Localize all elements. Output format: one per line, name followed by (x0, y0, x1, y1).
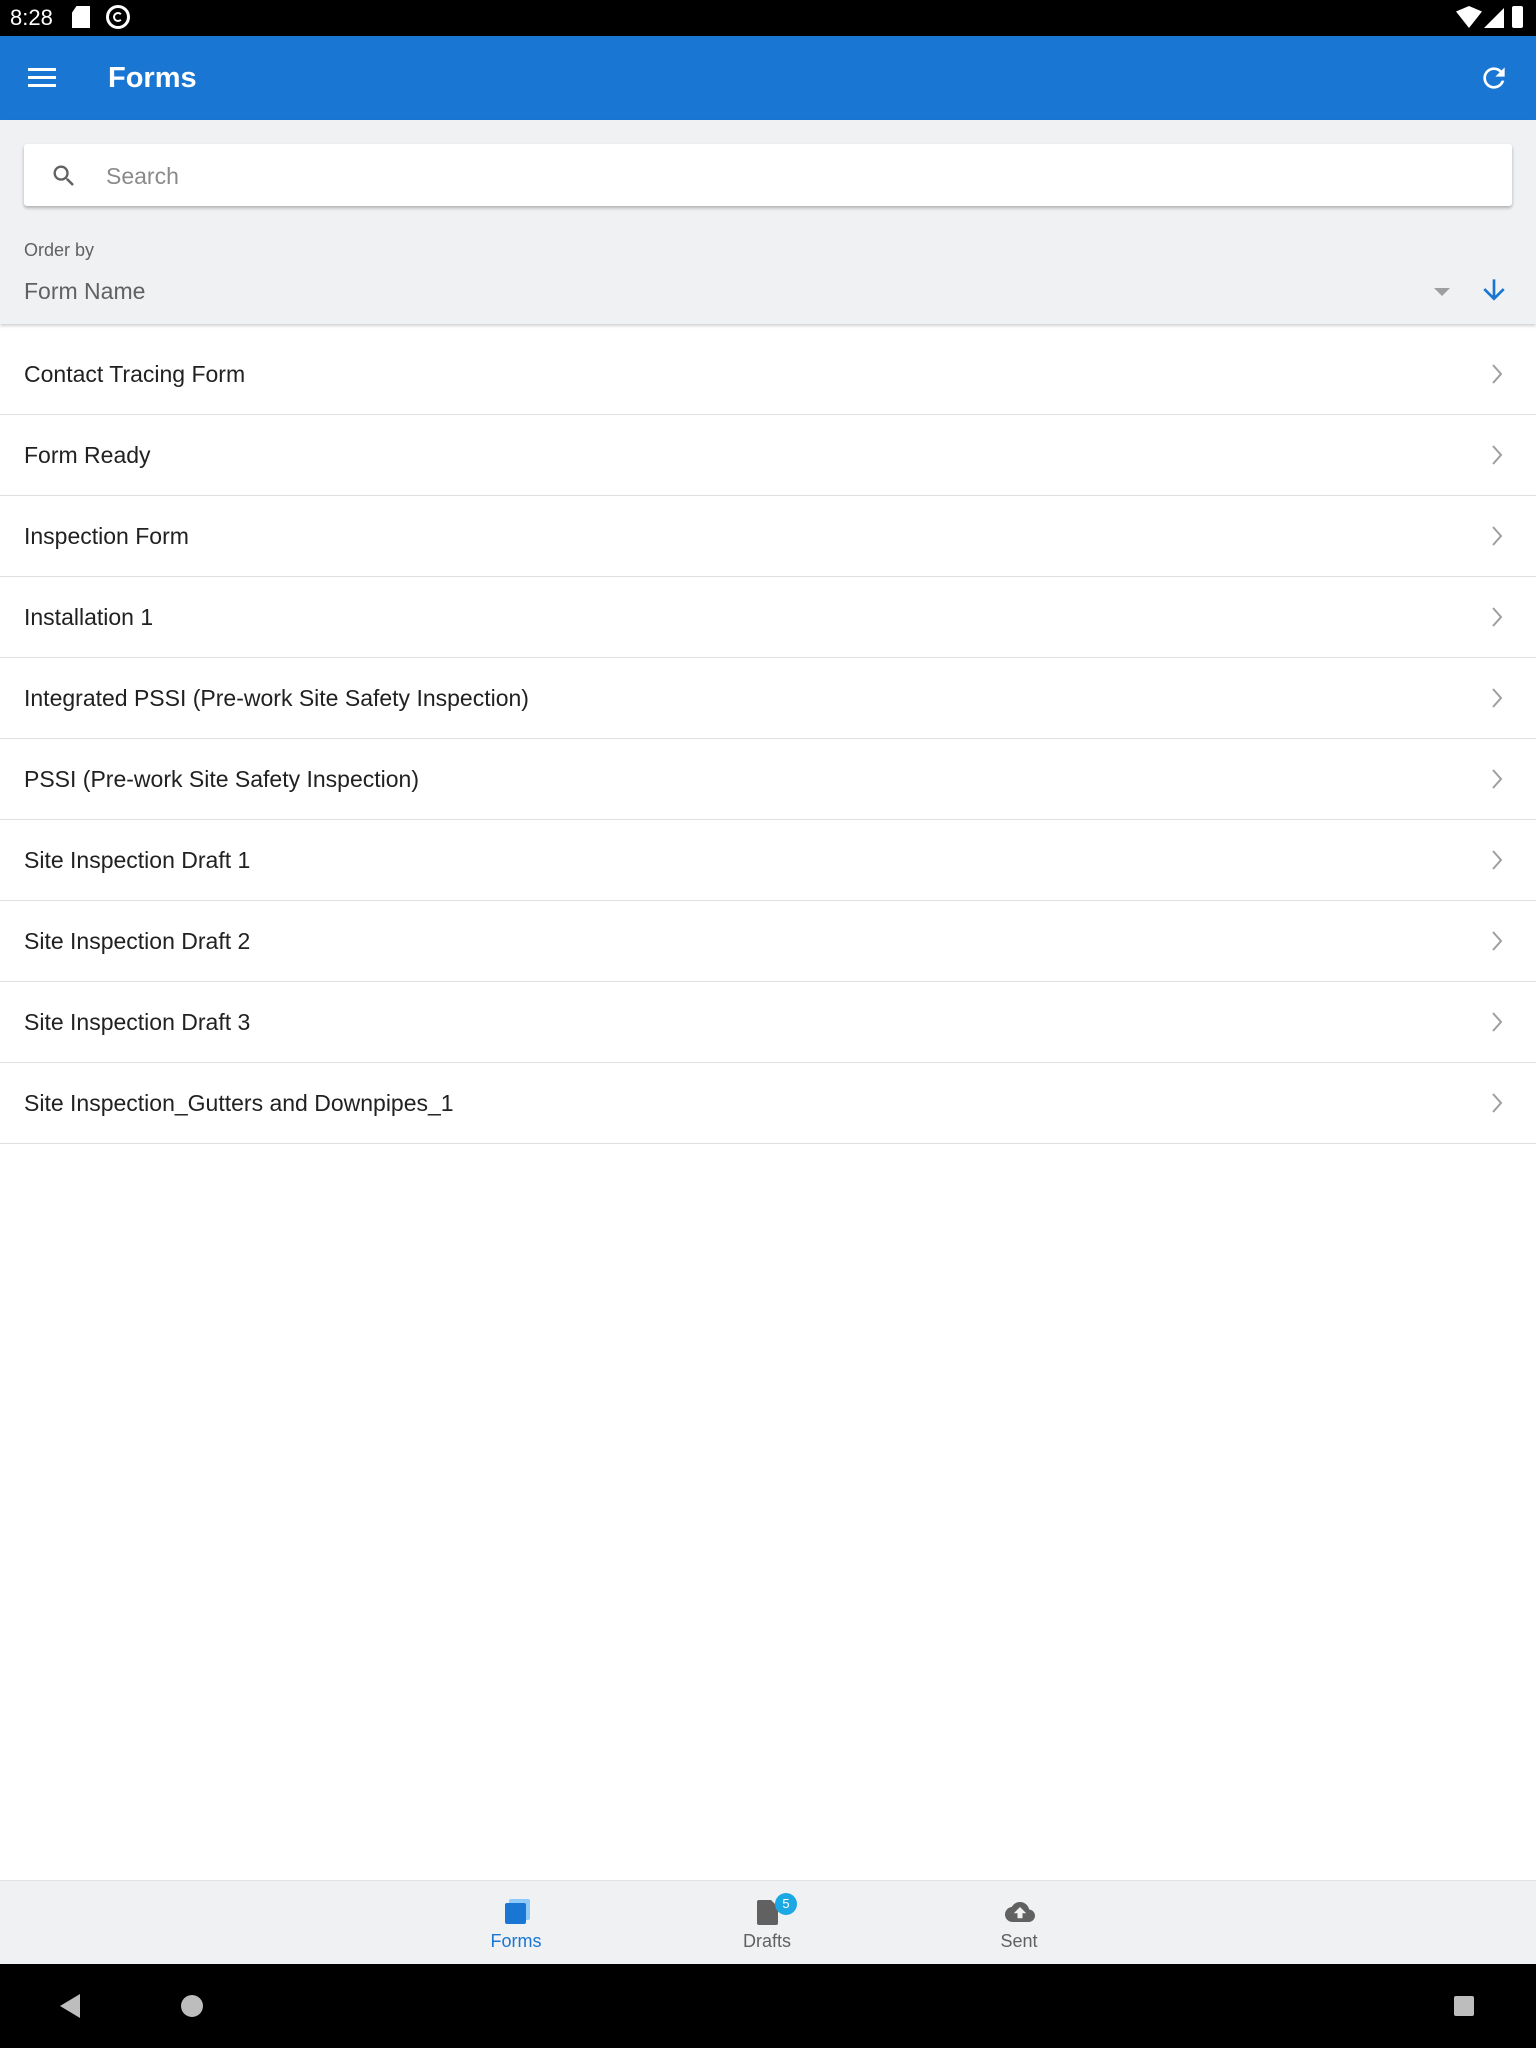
drafts-count-badge: 5 (775, 1893, 797, 1915)
page-title: Forms (108, 62, 197, 94)
status-bar: 8:28 (0, 0, 1536, 36)
status-time: 8:28 (10, 5, 53, 30)
forms-icon (505, 1899, 530, 1924)
menu-icon[interactable] (28, 66, 56, 88)
system-navigation-bar (0, 1964, 1536, 2048)
chevron-right-icon (1492, 1093, 1503, 1113)
sort-direction-arrow-icon[interactable] (1478, 274, 1510, 306)
filter-panel: Order by Form Name (0, 120, 1536, 324)
nav-tab-forms[interactable]: Forms (436, 1881, 596, 1965)
order-by-select[interactable]: Form Name (24, 270, 1464, 314)
form-list-item[interactable]: Site Inspection Draft 2 (0, 901, 1536, 982)
form-list-item[interactable]: Form Ready (0, 415, 1536, 496)
nav-label-drafts: Drafts (742, 1931, 791, 1951)
form-list-item[interactable]: Contact Tracing Form (0, 334, 1536, 415)
wifi-icon (1456, 6, 1482, 28)
form-list-item[interactable]: PSSI (Pre-work Site Safety Inspection) (0, 739, 1536, 820)
chevron-right-icon (1492, 931, 1503, 951)
form-list-item[interactable]: Integrated PSSI (Pre-work Site Safety In… (0, 658, 1536, 739)
nav-tab-drafts[interactable]: 5 Drafts (687, 1881, 847, 1965)
sd-card-icon (72, 6, 90, 28)
nav-label-forms: Forms (490, 1931, 542, 1951)
chevron-right-icon (1492, 445, 1503, 465)
refresh-icon[interactable] (1478, 62, 1510, 94)
nav-tab-sent[interactable]: Sent (939, 1881, 1099, 1965)
bottom-navigation: Forms 5 Drafts Sent (0, 1880, 1536, 1965)
nav-label-sent: Sent (1000, 1931, 1038, 1951)
chevron-right-icon (1492, 688, 1503, 708)
form-list-item[interactable]: Site Inspection Draft 1 (0, 820, 1536, 901)
chevron-right-icon (1492, 850, 1503, 870)
chevron-right-icon (1492, 1012, 1503, 1032)
cloud-upload-icon (1005, 1902, 1035, 1922)
battery-icon (1512, 6, 1523, 28)
form-list-item[interactable]: Site Inspection_Gutters and Downpipes_1 (0, 1063, 1536, 1144)
notification-icon (106, 5, 130, 29)
dropdown-caret-icon (1434, 288, 1450, 296)
form-name: Form Ready (24, 442, 151, 468)
search-icon (53, 165, 74, 186)
recents-button[interactable] (1454, 1996, 1474, 2016)
form-name: Inspection Form (24, 523, 189, 549)
chevron-right-icon (1492, 526, 1503, 546)
form-name: Integrated PSSI (Pre-work Site Safety In… (24, 685, 529, 711)
form-name: Site Inspection Draft 1 (24, 847, 251, 873)
form-name: Site Inspection_Gutters and Downpipes_1 (24, 1090, 454, 1116)
chevron-right-icon (1492, 607, 1503, 627)
app-bar: Forms (0, 36, 1536, 120)
form-name: Site Inspection Draft 3 (24, 1009, 251, 1035)
form-name: Contact Tracing Form (24, 361, 246, 387)
signal-icon (1484, 8, 1504, 28)
form-name: PSSI (Pre-work Site Safety Inspection) (24, 766, 419, 792)
chevron-right-icon (1492, 364, 1503, 384)
back-button[interactable] (60, 1994, 80, 2018)
search-input[interactable] (104, 154, 1488, 198)
chevron-right-icon (1492, 769, 1503, 789)
form-list-item[interactable]: Installation 1 (0, 577, 1536, 658)
form-list: Contact Tracing Form Form Ready Inspection… (0, 334, 1536, 1144)
form-name: Installation 1 (24, 604, 154, 630)
form-list-item[interactable]: Inspection Form (0, 496, 1536, 577)
home-button[interactable] (181, 1995, 203, 2017)
order-by-value: Form Name (24, 278, 146, 304)
search-box (24, 144, 1512, 206)
form-name: Site Inspection Draft 2 (24, 928, 251, 954)
order-by-label: Order by (24, 240, 95, 260)
form-list-item[interactable]: Site Inspection Draft 3 (0, 982, 1536, 1063)
